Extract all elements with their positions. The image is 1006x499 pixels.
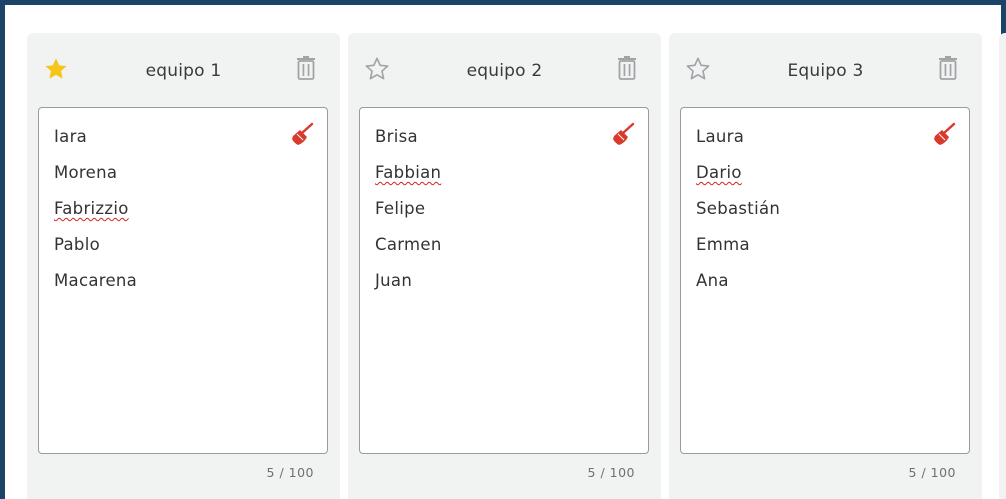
member-counter: 5 / 100 xyxy=(908,465,956,480)
member-name: Emma xyxy=(696,235,750,254)
members-list: Brisa Fabbian Felipe Carmen Juan xyxy=(375,124,442,304)
team-card-header: equipo 1 xyxy=(27,33,340,107)
team-card-3: Equipo 3 Laura Dario Sebastián Emma Ana xyxy=(669,33,982,499)
trash-icon[interactable] xyxy=(615,55,639,81)
broom-icon[interactable] xyxy=(932,122,958,146)
team-card-2: equipo 2 Brisa Fabbian Felipe Carmen Jua… xyxy=(348,33,661,499)
trash-icon[interactable] xyxy=(936,55,960,81)
member-name: Macarena xyxy=(54,271,138,290)
team-card-1: equipo 1 Iara Morena Fabrizzio Pablo Mac… xyxy=(27,33,340,499)
member-name: Iara xyxy=(54,127,88,146)
team-title[interactable]: Equipo 3 xyxy=(725,61,926,81)
member-counter: 5 / 100 xyxy=(266,465,314,480)
broom-icon[interactable] xyxy=(611,122,637,146)
member-counter: 5 / 100 xyxy=(587,465,635,480)
team-title[interactable]: equipo 1 xyxy=(83,61,284,81)
app-frame: equipo 1 Iara Morena Fabrizzio Pablo Mac… xyxy=(0,0,1006,499)
member-name: Laura xyxy=(696,127,745,146)
members-textarea[interactable]: Iara Morena Fabrizzio Pablo Macarena xyxy=(38,107,328,454)
star-outline-icon[interactable] xyxy=(363,56,391,82)
member-name: Fabbian xyxy=(375,163,442,182)
team-card-header: Equipo 3 xyxy=(669,33,982,107)
member-name: Felipe xyxy=(375,199,426,218)
star-outline-icon[interactable] xyxy=(684,56,712,82)
member-name: Morena xyxy=(54,163,118,182)
star-filled-icon[interactable] xyxy=(42,56,70,82)
team-card-header: equipo 2 xyxy=(348,33,661,107)
member-name: Ana xyxy=(696,271,729,290)
team-card-partial xyxy=(999,33,1006,499)
members-list: Iara Morena Fabrizzio Pablo Macarena xyxy=(54,124,137,304)
member-name: Sebastián xyxy=(696,199,781,218)
broom-icon[interactable] xyxy=(290,122,316,146)
member-name: Brisa xyxy=(375,127,418,146)
members-list: Laura Dario Sebastián Emma Ana xyxy=(696,124,780,304)
member-name: Juan xyxy=(375,271,413,290)
member-name: Pablo xyxy=(54,235,100,254)
member-name: Carmen xyxy=(375,235,442,254)
team-title[interactable]: equipo 2 xyxy=(404,61,605,81)
members-textarea[interactable]: Laura Dario Sebastián Emma Ana xyxy=(680,107,970,454)
member-name: Fabrizzio xyxy=(54,199,129,218)
trash-icon[interactable] xyxy=(294,55,318,81)
member-name: Dario xyxy=(696,163,742,182)
members-textarea[interactable]: Brisa Fabbian Felipe Carmen Juan xyxy=(359,107,649,454)
